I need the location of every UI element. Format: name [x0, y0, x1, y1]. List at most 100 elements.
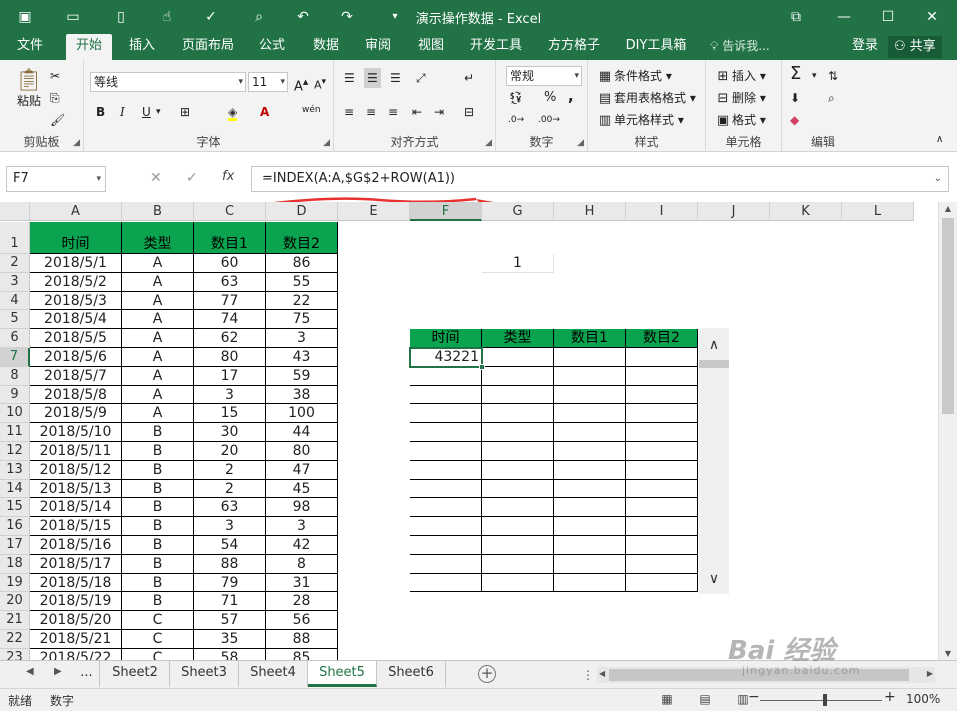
row-header-21[interactable]: 21	[0, 611, 30, 630]
normal-view-icon[interactable]: ▦	[658, 692, 676, 708]
table-cell[interactable]: B	[122, 554, 194, 574]
table-cell[interactable]: 71	[194, 592, 266, 612]
close-button[interactable]: ✕	[920, 6, 944, 28]
autosum-icon[interactable]: Σ	[790, 64, 801, 84]
table-cell[interactable]: 54	[194, 536, 266, 555]
table-cell[interactable]: A	[122, 272, 194, 292]
increase-indent-icon[interactable]: ⇥	[434, 102, 444, 122]
result-cell[interactable]	[410, 460, 482, 480]
dialog-launcher-icon[interactable]: ◢	[485, 138, 492, 148]
table-cell[interactable]: A	[122, 366, 194, 386]
minimize-button[interactable]: —	[832, 6, 856, 28]
table-cell[interactable]: 63	[194, 272, 266, 292]
table-cell[interactable]: 3	[266, 517, 338, 536]
table-cell[interactable]: 58	[194, 648, 266, 660]
horizontal-scrollbar[interactable]: ◀ ▶	[597, 667, 935, 683]
scroll-up-button[interactable]: ∧	[699, 334, 729, 356]
result-cell[interactable]	[626, 498, 698, 518]
format-button[interactable]: ▣ 格式 ▾	[714, 110, 766, 130]
table-cell[interactable]: 2018/5/16	[30, 536, 122, 555]
table-cell[interactable]: 74	[194, 310, 266, 330]
row-header-17[interactable]: 17	[0, 536, 30, 555]
table-cell[interactable]: 2018/5/10	[30, 423, 122, 442]
result-cell[interactable]	[554, 554, 626, 574]
result-cell[interactable]	[554, 536, 626, 555]
zoom-slider-knob[interactable]	[823, 694, 827, 706]
table-cell[interactable]: 2018/5/17	[30, 554, 122, 574]
sheet-tab-sheet5[interactable]: Sheet5	[308, 661, 377, 687]
cell-g2[interactable]: 1	[482, 254, 554, 273]
table-cell[interactable]: 86	[266, 254, 338, 273]
result-cell[interactable]	[554, 366, 626, 386]
vertical-scrollbar[interactable]: ▲ ▼	[938, 202, 957, 660]
decrease-indent-icon[interactable]: ⇤	[412, 102, 422, 122]
result-cell[interactable]	[482, 517, 554, 536]
name-box[interactable]: F7 ▾	[6, 166, 106, 192]
table-cell[interactable]: A	[122, 254, 194, 273]
increase-decimal-icon[interactable]: .0→	[508, 110, 524, 130]
row-header-22[interactable]: 22	[0, 630, 30, 649]
delete-button[interactable]: ⊟ 删除 ▾	[714, 88, 766, 108]
fill-color-icon[interactable]: ◈	[228, 102, 238, 122]
zoom-level[interactable]: 100%	[906, 692, 940, 706]
column-header-d[interactable]: D	[266, 202, 338, 221]
scroll-right-arrow-icon[interactable]: ▶	[927, 669, 933, 678]
share-button[interactable]: ⚇ 共享	[888, 36, 942, 58]
tab-diy-toolbox[interactable]: DIY工具箱	[620, 34, 692, 60]
table-cell[interactable]: 2018/5/21	[30, 630, 122, 649]
result-cell[interactable]	[554, 573, 626, 593]
column-header-e[interactable]: E	[338, 202, 410, 221]
result-cell[interactable]	[626, 385, 698, 405]
table-cell[interactable]: B	[122, 592, 194, 612]
table-cell[interactable]: 77	[194, 291, 266, 311]
result-cell[interactable]	[554, 479, 626, 499]
comma-button[interactable]: ,	[568, 86, 574, 106]
zoom-slider[interactable]	[760, 694, 882, 706]
vertical-scroll-thumb[interactable]	[942, 218, 954, 414]
dialog-launcher-icon[interactable]: ◢	[577, 138, 584, 148]
table-cell[interactable]: 2018/5/22	[30, 648, 122, 660]
cut-icon[interactable]: ✂	[50, 66, 60, 86]
table-cell[interactable]: 15	[194, 404, 266, 424]
table-cell[interactable]: 2018/5/14	[30, 498, 122, 518]
table-cell[interactable]: B	[122, 573, 194, 593]
table-cell[interactable]: 2018/5/15	[30, 517, 122, 536]
result-cell[interactable]	[410, 442, 482, 461]
column-header-j[interactable]: J	[698, 202, 770, 221]
table-cell[interactable]: 2018/5/12	[30, 460, 122, 480]
table-cell[interactable]: 2018/5/13	[30, 479, 122, 499]
result-cell[interactable]	[410, 498, 482, 518]
table-cell[interactable]: 2018/5/6	[30, 348, 122, 367]
italic-button[interactable]: I	[120, 102, 125, 122]
result-cell[interactable]	[482, 442, 554, 461]
align-top-icon[interactable]: ☰	[344, 68, 355, 88]
enter-formula-icon[interactable]: ✓	[186, 170, 198, 186]
tab-view[interactable]: 视图	[411, 34, 451, 60]
table-cell[interactable]: B	[122, 517, 194, 536]
font-name-select[interactable]: 等线 ▾	[90, 72, 246, 92]
table-cell[interactable]: 28	[266, 592, 338, 612]
row-header-18[interactable]: 18	[0, 554, 30, 574]
table-cell[interactable]: 80	[266, 442, 338, 461]
fill-handle[interactable]	[479, 363, 485, 370]
spreadsheet-grid[interactable]: ABCDEFGHIJKL 1 2 3 4 5 6 7 8 9 10 11 12 13 14 15 16 17 18…	[0, 202, 938, 660]
result-cell[interactable]	[626, 517, 698, 536]
copy-icon[interactable]: ⎘	[50, 88, 60, 108]
table-cell[interactable]: 30	[194, 423, 266, 442]
table-cell[interactable]: A	[122, 404, 194, 424]
table-cell[interactable]: B	[122, 460, 194, 480]
align-right-icon[interactable]: ≡	[388, 102, 398, 122]
table-cell[interactable]: 3	[194, 385, 266, 405]
result-header-cell[interactable]: 类型	[482, 329, 554, 348]
select-all-corner[interactable]	[0, 202, 30, 221]
cell-f7[interactable]: 43221	[410, 348, 482, 367]
row-header-12[interactable]: 12	[0, 442, 30, 461]
row-header-10[interactable]: 10	[0, 404, 30, 424]
decrease-decimal-icon[interactable]: .00→	[538, 110, 560, 130]
table-cell[interactable]: 17	[194, 366, 266, 386]
dialog-launcher-icon[interactable]: ◢	[73, 138, 80, 148]
borders-icon[interactable]: ⊞	[180, 102, 190, 122]
tab-page-layout[interactable]: 页面布局	[176, 34, 240, 60]
ribbon-display-icon[interactable]: ⧉	[784, 6, 808, 28]
table-cell[interactable]: 20	[194, 442, 266, 461]
